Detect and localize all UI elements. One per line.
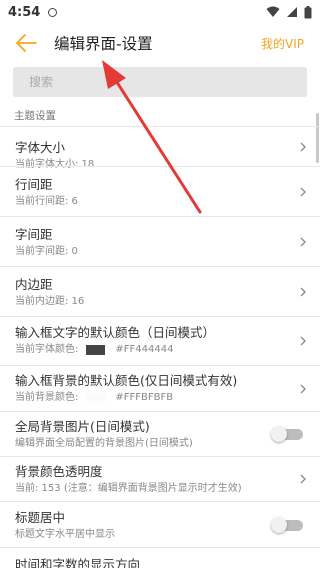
status-bar: 4:54 bbox=[0, 0, 320, 24]
setting-title: 输入框背景的默认颜色(仅日间模式有效) bbox=[15, 373, 238, 388]
setting-text-color[interactable]: 输入框文字的默认颜色（日间模式） 当前字体颜色: #FF444444 bbox=[0, 316, 320, 365]
setting-title: 输入框文字的默认颜色（日间模式） bbox=[15, 325, 216, 340]
background-image-toggle[interactable] bbox=[271, 426, 304, 442]
setting-subtitle: 当前背景颜色: bbox=[15, 392, 79, 403]
chevron-right-icon bbox=[300, 287, 306, 296]
settings-list: 字体大小 当前字体大小: 18 行间距 当前行间距: 6 字间距 当前字间距: … bbox=[0, 126, 320, 568]
setting-title-centered[interactable]: 标题居中 标题文字水平居中显示 bbox=[0, 501, 320, 547]
setting-background-opacity[interactable]: 背景颜色透明度 当前: 153 (注意：编辑界面背景图片显示时才生效) bbox=[0, 456, 320, 501]
title-center-toggle[interactable] bbox=[271, 516, 304, 533]
setting-subtitle: 当前内边距: 16 bbox=[15, 296, 85, 307]
back-arrow-icon bbox=[16, 34, 37, 52]
setting-subtitle: 当前行间距: 6 bbox=[15, 196, 78, 207]
setting-letter-spacing[interactable]: 字间距 当前字间距: 0 bbox=[0, 216, 320, 266]
status-icons bbox=[266, 5, 312, 19]
setting-font-size[interactable]: 字体大小 当前字体大小: 18 bbox=[0, 126, 320, 170]
search-bar[interactable] bbox=[13, 67, 307, 97]
setting-background-color[interactable]: 输入框背景的默认颜色(仅日间模式有效) 当前背景颜色: #FFFBFBFB bbox=[0, 365, 320, 411]
search-input[interactable] bbox=[29, 75, 307, 89]
wifi-icon bbox=[266, 6, 280, 17]
setting-subtitle: 当前字体颜色: bbox=[15, 344, 79, 355]
notification-dot-icon bbox=[48, 7, 58, 17]
back-button[interactable] bbox=[4, 24, 48, 62]
setting-line-spacing[interactable]: 行间距 当前行间距: 6 bbox=[0, 166, 320, 216]
color-swatch bbox=[86, 345, 106, 355]
chevron-right-icon bbox=[300, 384, 306, 393]
setting-subtitle-line: 当前背景颜色: #FFFBFBFB bbox=[15, 391, 320, 405]
color-hex: #FFFBFBFB bbox=[115, 392, 174, 403]
chevron-right-icon bbox=[300, 336, 306, 346]
setting-title: 行间距 bbox=[15, 177, 53, 192]
color-swatch bbox=[86, 393, 106, 403]
section-header: 主题设置 bbox=[14, 110, 56, 122]
my-vip-button[interactable]: 我的VIP bbox=[261, 35, 304, 52]
setting-subtitle: 当前: 153 (注意：编辑界面背景图片显示时才生效) bbox=[15, 483, 242, 494]
setting-subtitle: 当前字间距: 0 bbox=[15, 246, 78, 257]
setting-title: 内边距 bbox=[15, 277, 53, 292]
color-hex: #FF444444 bbox=[115, 344, 174, 355]
battery-icon bbox=[304, 5, 312, 18]
setting-global-background-image[interactable]: 全局背景图片(日间模式) 编辑界面全局配置的背景图片(日间模式) bbox=[0, 411, 320, 456]
setting-title: 背景颜色透明度 bbox=[15, 464, 103, 479]
chevron-right-icon bbox=[300, 187, 306, 196]
page-title: 编辑界面-设置 bbox=[54, 35, 153, 53]
setting-time-wordcount-direction[interactable]: 时间和字数的显示方向 bbox=[0, 547, 320, 568]
app-bar: 编辑界面-设置 我的VIP bbox=[0, 24, 320, 62]
setting-padding[interactable]: 内边距 当前内边距: 16 bbox=[0, 266, 320, 316]
chevron-right-icon bbox=[300, 237, 306, 246]
chevron-right-icon bbox=[300, 142, 306, 151]
setting-title: 时间和字数的显示方向 bbox=[15, 557, 141, 568]
status-time: 4:54 bbox=[8, 4, 41, 20]
setting-title: 字体大小 bbox=[15, 140, 66, 155]
setting-title: 字间距 bbox=[15, 227, 53, 242]
signal-icon bbox=[287, 7, 297, 17]
chevron-right-icon bbox=[300, 474, 306, 484]
setting-subtitle-line: 当前字体颜色: #FF444444 bbox=[15, 343, 320, 357]
